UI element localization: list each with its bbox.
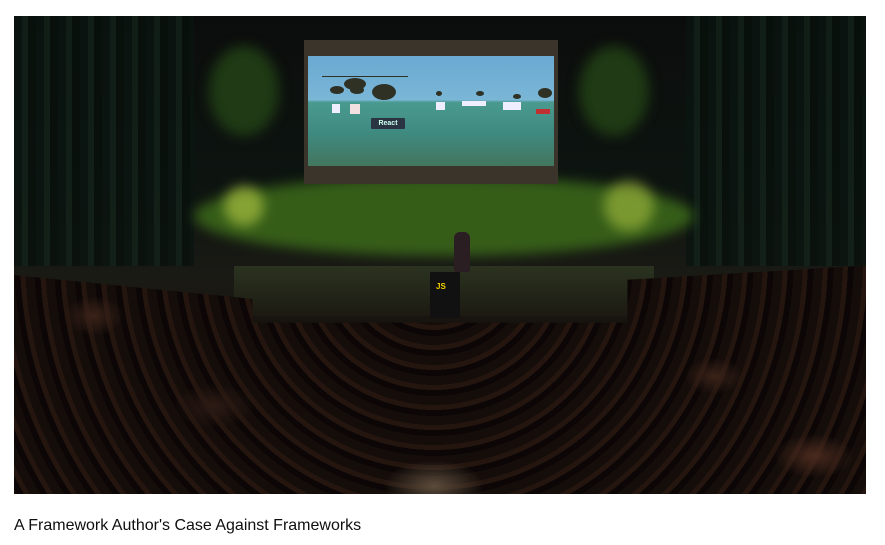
speaker [454, 232, 470, 272]
video-title[interactable]: A Framework Author's Case Against Framew… [14, 517, 361, 535]
helicopter [436, 91, 442, 96]
helicopter [372, 84, 396, 100]
helicopter [538, 88, 552, 98]
framework-logo [536, 109, 550, 114]
helicopter [476, 91, 484, 96]
foliage [209, 46, 279, 136]
podium: JS [430, 272, 460, 318]
angular-logo [350, 104, 360, 114]
podium-logo: JS [436, 282, 446, 291]
framework-logo [462, 101, 486, 106]
framework-logo [332, 104, 340, 113]
react-label: React [371, 118, 405, 129]
helicopter [513, 94, 521, 99]
right-curtain [686, 16, 866, 266]
slide: React [308, 56, 554, 166]
projection-screen: React [304, 40, 558, 184]
video-thumbnail[interactable]: React JS [14, 16, 866, 494]
left-curtain [14, 16, 194, 266]
helicopter [348, 76, 408, 77]
framework-logo [436, 102, 445, 110]
framework-logo [503, 102, 521, 110]
helicopter [350, 86, 364, 94]
foliage-light [224, 186, 264, 226]
helicopter [330, 86, 344, 94]
foliage-light [604, 181, 654, 231]
foliage [579, 46, 649, 136]
